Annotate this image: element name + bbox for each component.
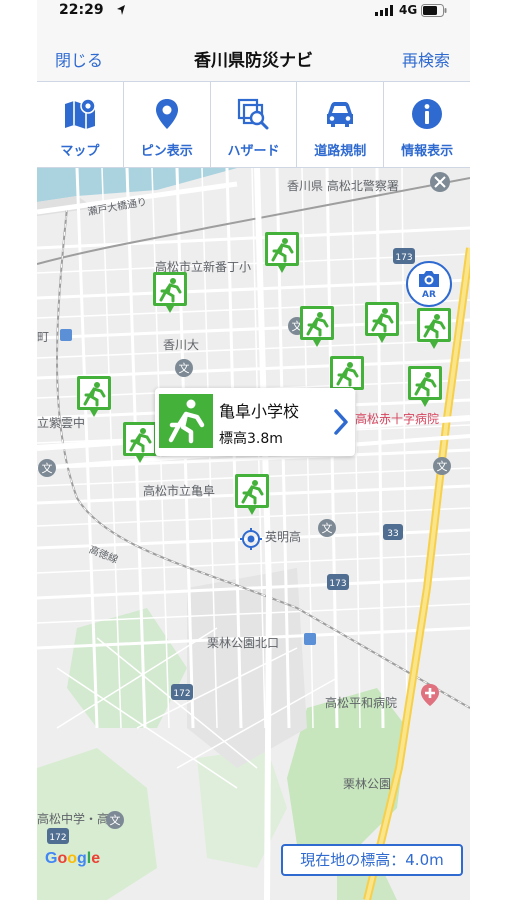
shelter-marker[interactable] (408, 366, 442, 407)
location-arrow-icon (117, 5, 125, 15)
car-icon (327, 102, 354, 127)
map-button[interactable]: マップ (37, 82, 124, 167)
road-regulation-button[interactable]: 道路規制 (297, 82, 385, 167)
svg-text:文: 文 (179, 361, 190, 375)
hazard-icon (238, 98, 269, 130)
evacuation-icon (300, 306, 334, 347)
evacuation-icon (153, 272, 187, 313)
evacuation-icon (265, 232, 299, 273)
research-button[interactable]: 再検索 (402, 47, 450, 71)
shelter-elevation: 標高3.8m (219, 431, 283, 447)
evacuation-icon (235, 474, 269, 515)
status-time: 22:29 (59, 2, 104, 18)
map-icon (64, 98, 96, 129)
signal-icon (375, 5, 393, 16)
svg-text:文: 文 (42, 461, 53, 475)
svg-text:文: 文 (322, 521, 333, 535)
school-icon: 文 (318, 519, 336, 537)
map-label-ritsurin: 栗林公園 (343, 777, 392, 791)
hospital-icon (421, 684, 439, 706)
shelter-name: 亀阜小学校 (219, 402, 300, 421)
school-icon: 文 (175, 359, 193, 377)
shelter-marker-selected[interactable] (235, 474, 269, 515)
current-elevation: 現在地の標高：4.0m (281, 844, 463, 876)
map-label-machi: 町 (37, 330, 50, 344)
shelter-marker[interactable] (300, 306, 334, 347)
svg-text:173: 173 (329, 579, 346, 589)
svg-text:文: 文 (437, 459, 448, 473)
close-button[interactable]: 閉じる (55, 47, 103, 71)
school-icon: 文 (106, 811, 124, 829)
toolbar-label-info: 情報表示 (401, 144, 454, 159)
police-icon (430, 172, 450, 192)
google-logo: Google (45, 850, 101, 867)
evacuation-icon (123, 422, 157, 463)
evacuation-icon (417, 308, 451, 349)
toolbar-label-road: 道路規制 (314, 144, 367, 159)
network-type: 4G (399, 3, 418, 17)
status-bar: 22:29 4G (37, 0, 470, 22)
battery-icon (421, 4, 447, 17)
ar-label: AR (422, 290, 436, 300)
station-icon (304, 633, 316, 645)
shelter-marker[interactable] (365, 302, 399, 343)
map-label-police: 香川県 高松北警察署 (287, 179, 399, 193)
evacuation-icon (408, 366, 442, 407)
route-badge: 33 (383, 524, 403, 540)
evacuation-icon (77, 376, 111, 417)
map-label-kagawa-univ: 香川大 (163, 338, 200, 352)
school-icon: 文 (38, 459, 56, 477)
toolbar-label-hazard: ハザード (227, 144, 280, 159)
station-icon (60, 329, 72, 341)
route-badge: 173 (327, 574, 349, 590)
hazard-button[interactable]: ハザード (211, 82, 298, 167)
evacuation-icon (159, 394, 213, 448)
shelter-marker[interactable] (123, 422, 157, 463)
chevron-right-icon (334, 409, 348, 435)
svg-text:172: 172 (49, 833, 66, 843)
route-badge: 172 (47, 828, 69, 844)
shelter-marker[interactable] (330, 356, 364, 397)
app-screen: 22:29 4G 閉じる 香川県防災ナビ 再検索 マップ ピン表示 ハザード 道… (37, 0, 470, 900)
toolbar: マップ ピン表示 ハザード 道路規制 情報表示 (37, 82, 470, 168)
pin-display-button[interactable]: ピン表示 (124, 82, 211, 167)
toolbar-label-map: マップ (60, 144, 100, 159)
pin-icon (155, 99, 178, 129)
route-badge: 172 (171, 684, 193, 700)
camera-icon (419, 271, 439, 287)
evacuation-icon (365, 302, 399, 343)
map-label-takamatsu-chu: 高松中学・高 (37, 812, 110, 826)
svg-text:33: 33 (387, 529, 398, 539)
svg-text:172: 172 (173, 689, 190, 699)
toolbar-label-pin: ピン表示 (140, 144, 193, 159)
navigation-bar: 閉じる 香川県防災ナビ 再検索 (37, 22, 470, 82)
ar-camera-button[interactable]: AR (406, 261, 452, 307)
map-label-ritsurin-north: 栗林公園北口 (207, 636, 280, 650)
shelter-marker[interactable] (77, 376, 111, 417)
shelter-marker[interactable] (265, 232, 299, 273)
info-display-button[interactable]: 情報表示 (384, 82, 470, 167)
map-label-eimei: 英明高 (265, 530, 302, 544)
map-label-heiwa: 高松平和病院 (325, 696, 398, 710)
school-icon: 文 (433, 457, 451, 475)
route-badge: 173 (393, 248, 415, 264)
shelter-marker[interactable] (153, 272, 187, 313)
map-label-kameoka: 高松市立亀阜 (143, 484, 216, 498)
shelter-callout[interactable]: 亀阜小学校 標高3.8m (155, 388, 355, 456)
map-view[interactable]: 香川県 高松北警察署 瀬戸大橋通り 高松市立新番丁小 香川大 町 立紫雲中 高松… (37, 168, 470, 900)
shelter-marker[interactable] (417, 308, 451, 349)
map-label-redcross: 高松赤十字病院 (355, 412, 440, 426)
svg-text:文: 文 (110, 813, 121, 827)
svg-text:173: 173 (395, 253, 412, 263)
current-location-icon (240, 528, 262, 550)
info-icon (412, 99, 443, 129)
